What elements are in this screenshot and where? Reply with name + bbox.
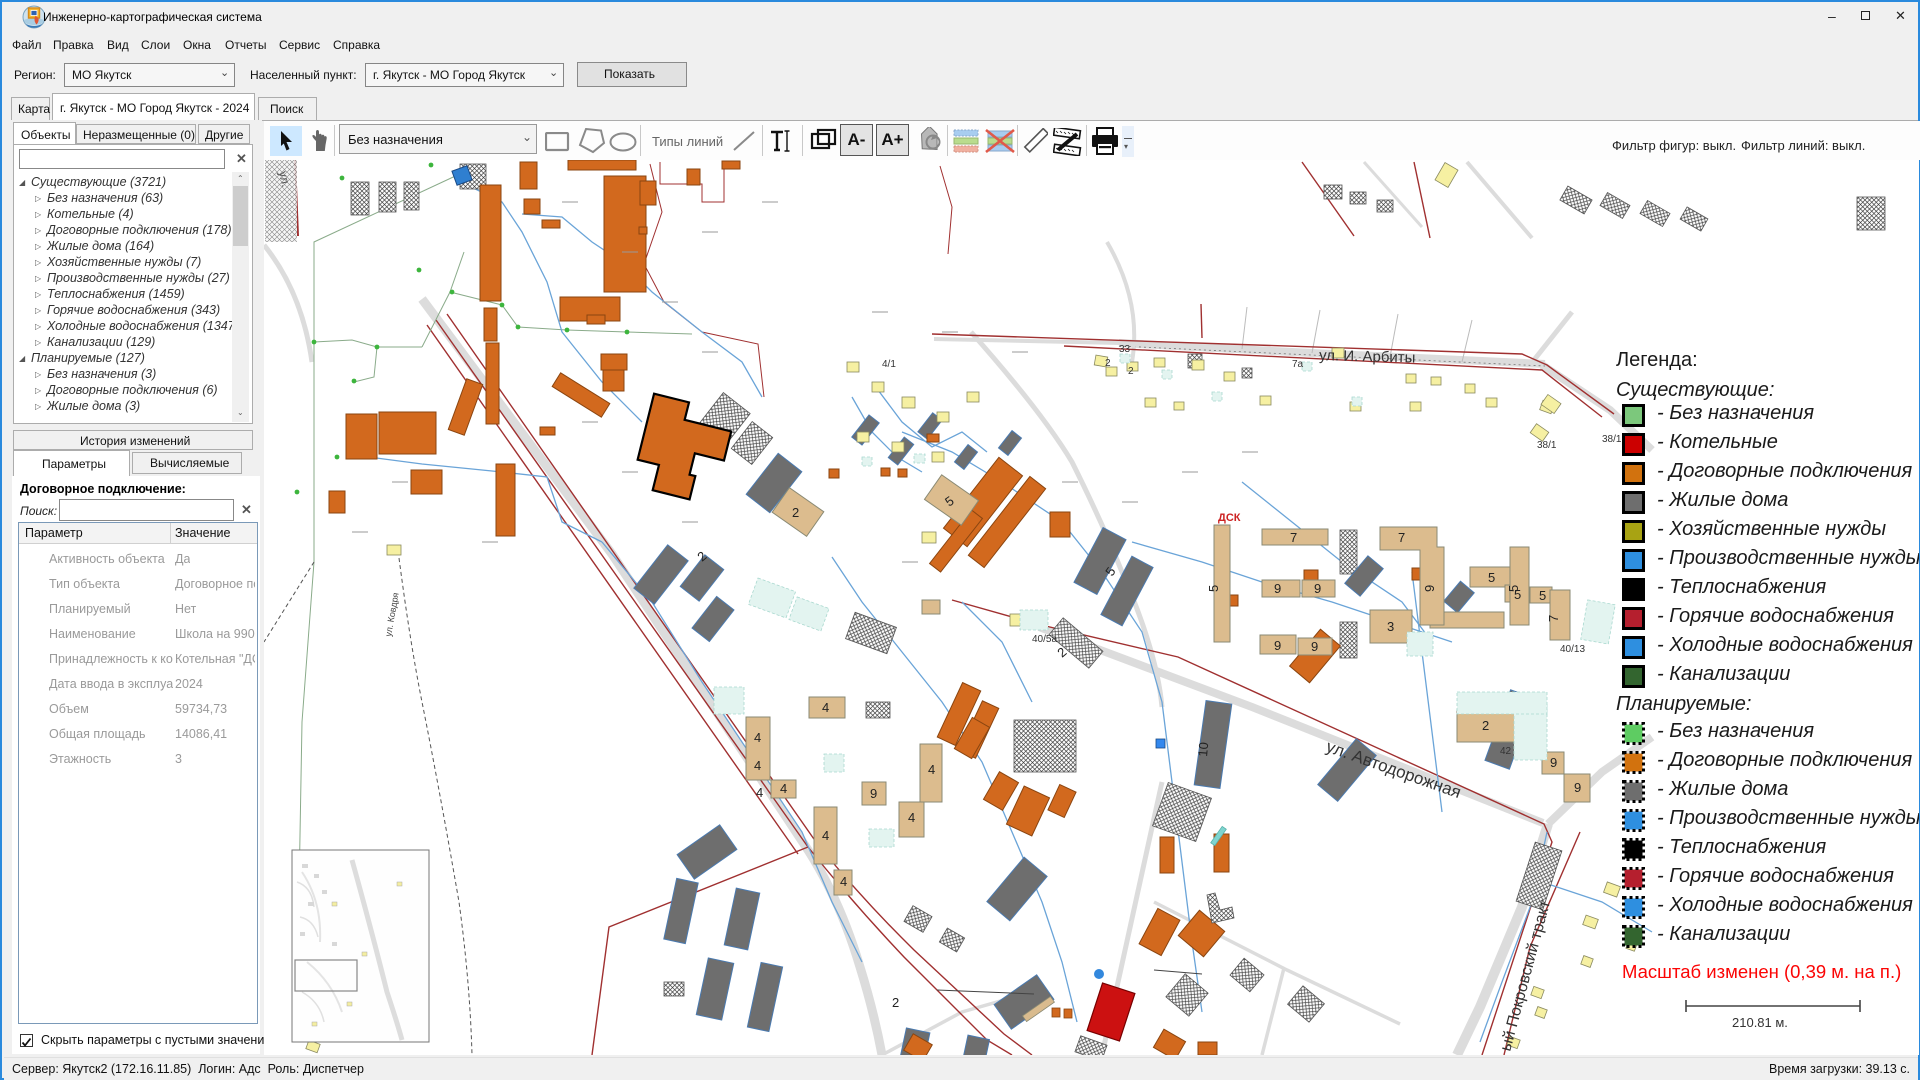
svg-text:4: 4 <box>928 762 935 777</box>
svg-text:5: 5 <box>1539 588 1546 603</box>
svg-text:9: 9 <box>1550 755 1557 770</box>
svg-text:5: 5 <box>1506 585 1521 592</box>
svg-text:9: 9 <box>1311 639 1318 654</box>
svg-text:ДСК: ДСК <box>1218 512 1241 524</box>
svg-text:ул. И. Арбиты: ул. И. Арбиты <box>1319 347 1416 367</box>
svg-text:10: 10 <box>1195 742 1211 758</box>
svg-text:4: 4 <box>780 781 787 796</box>
svg-text:5: 5 <box>1206 585 1221 592</box>
svg-text:33: 33 <box>1119 344 1131 355</box>
svg-text:7: 7 <box>1290 530 1297 545</box>
svg-text:9: 9 <box>1274 581 1281 596</box>
svg-text:2: 2 <box>1128 366 1134 377</box>
svg-text:42: 42 <box>1500 746 1512 757</box>
svg-text:4: 4 <box>908 810 915 825</box>
svg-text:2: 2 <box>892 995 899 1010</box>
svg-text:9: 9 <box>1422 585 1437 592</box>
svg-text:3: 3 <box>1387 619 1394 634</box>
svg-text:4: 4 <box>754 758 761 773</box>
svg-text:5: 5 <box>1488 570 1495 585</box>
svg-text:38/1: 38/1 <box>1537 440 1557 451</box>
svg-text:40/5а: 40/5а <box>1032 634 1057 645</box>
svg-text:4/1: 4/1 <box>882 359 896 370</box>
svg-text:9: 9 <box>870 786 877 801</box>
svg-text:4: 4 <box>756 785 763 800</box>
svg-text:9: 9 <box>1274 638 1281 653</box>
svg-text:7: 7 <box>1398 530 1405 545</box>
svg-text:9: 9 <box>1574 780 1581 795</box>
svg-text:38/1: 38/1 <box>1602 434 1622 445</box>
svg-text:2: 2 <box>1482 718 1489 733</box>
svg-text:7: 7 <box>1546 615 1561 622</box>
svg-text:4: 4 <box>754 730 761 745</box>
svg-text:9: 9 <box>1314 581 1321 596</box>
svg-text:7а: 7а <box>1292 359 1304 370</box>
svg-text:40/13: 40/13 <box>1560 644 1585 655</box>
svg-text:4: 4 <box>822 828 829 843</box>
svg-text:ул. Ковдря: ул. Ковдря <box>383 592 401 638</box>
svg-text:2: 2 <box>1105 358 1111 369</box>
svg-text:4: 4 <box>840 874 847 889</box>
svg-text:2: 2 <box>792 505 799 520</box>
svg-text:4: 4 <box>822 700 829 715</box>
